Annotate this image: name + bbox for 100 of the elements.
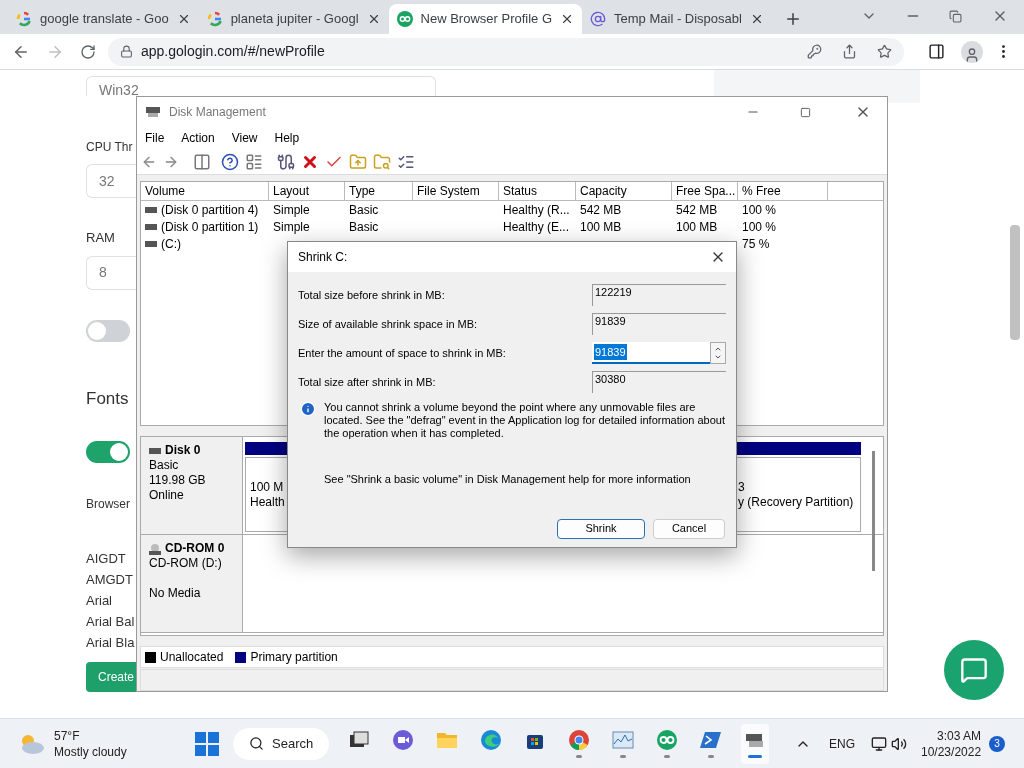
disk-detail: Basic: [149, 458, 180, 473]
font-item[interactable]: Arial Bal: [86, 612, 135, 633]
network-icon[interactable]: [871, 735, 887, 752]
column-header[interactable]: File System: [413, 182, 499, 200]
language-indicator[interactable]: ENG: [829, 734, 855, 753]
table-cell-text: Simple: [273, 201, 310, 219]
action-pane-icon[interactable]: [245, 152, 263, 171]
lock-icon: [120, 45, 133, 58]
table-cell-text: Basic: [349, 218, 379, 236]
column-header[interactable]: Volume: [141, 182, 269, 200]
drive-icon: [145, 240, 157, 247]
column-header[interactable]: Layout: [269, 182, 345, 200]
volume-icon[interactable]: [891, 735, 907, 752]
toggle-switch[interactable]: [86, 441, 130, 463]
readonly-field: 122219: [592, 284, 726, 306]
font-item[interactable]: AIGDT: [86, 549, 135, 570]
side-panel-icon[interactable]: [928, 43, 945, 60]
table-cell-text: 75 %: [742, 235, 770, 253]
chat-icon: [960, 656, 988, 684]
menu-item[interactable]: File: [145, 129, 165, 147]
table-cell-text: (C:): [161, 235, 181, 253]
field-label: Total size before shrink in MB:: [298, 287, 446, 303]
table-cell-text: Basic: [349, 201, 379, 219]
console-tree-icon[interactable]: [193, 152, 211, 171]
dialog-button[interactable]: Cancel: [653, 518, 725, 539]
info-icon: [300, 401, 316, 417]
table-cell-text: Healthy (R...: [503, 201, 570, 219]
browser-tab[interactable]: google translate - Goo: [8, 4, 199, 34]
weather-text: Mostly cloudy: [54, 743, 127, 760]
font-item[interactable]: Arial: [86, 591, 135, 612]
font-item[interactable]: AMGDT: [86, 570, 135, 591]
disk-detail: CD-ROM (D:): [149, 556, 223, 571]
performance-monitor-icon[interactable]: [612, 729, 634, 751]
notification-badge[interactable]: 3: [989, 735, 1006, 752]
partition-text: Health: [250, 494, 285, 510]
browser-tab[interactable]: New Browser Profile G: [388, 4, 583, 34]
maximize-icon[interactable]: [800, 106, 811, 118]
drive-icon: [145, 206, 157, 213]
browser-wave-icon[interactable]: [480, 729, 502, 751]
gologin-icon[interactable]: [656, 729, 678, 751]
url-text: app.gologin.com/#/newProfile: [141, 42, 326, 61]
taskbar-search[interactable]: Search: [233, 727, 329, 760]
terminal-icon[interactable]: [700, 729, 722, 751]
reload-icon[interactable]: [80, 43, 96, 60]
disk-detail: Online: [149, 488, 185, 503]
menu-item[interactable]: Action: [181, 129, 215, 147]
column-header[interactable]: % Free: [738, 182, 828, 200]
shrink-amount-field[interactable]: 91839: [592, 342, 710, 364]
menu-item[interactable]: Help: [274, 129, 300, 147]
clock[interactable]: 3:03 AM 10/23/2022: [921, 727, 982, 760]
disk-management-icon: [145, 105, 161, 119]
scrollbar-thumb[interactable]: [1010, 225, 1020, 340]
font-item[interactable]: Arial Bla: [86, 633, 135, 654]
chat-bubble-button[interactable]: [944, 640, 1004, 700]
disk-label-panel[interactable]: CD-ROM 0 CD-ROM (D:) No Media: [141, 535, 243, 632]
dialog-button[interactable]: Shrink: [557, 518, 645, 539]
disk-detail: 119.98 GB: [149, 473, 207, 488]
start-icon[interactable]: [195, 731, 219, 756]
spin-buttons[interactable]: [710, 342, 726, 364]
browser-tab[interactable]: Temp Mail - Disposabl: [582, 4, 772, 34]
disk-name: CD-ROM 0: [165, 541, 225, 556]
folder-search-icon[interactable]: [373, 152, 391, 171]
table-cell-text: 542 MB: [580, 201, 622, 219]
menu-item[interactable]: View: [231, 129, 258, 147]
table-cell-text: Healthy (E...: [503, 218, 570, 236]
toggle-switch[interactable]: [86, 319, 130, 342]
field-label: Size of available shrink space in MB:: [298, 316, 479, 332]
drive-icon: [149, 447, 161, 454]
table-cell-text: 100 %: [742, 201, 777, 219]
video-chat-icon[interactable]: [392, 729, 414, 751]
disk-label-panel[interactable]: Disk 0 Basic 119.98 GB Online: [141, 437, 243, 534]
taskbar-app[interactable]: [741, 723, 769, 764]
partition-text: y (Recovery Partition): [738, 494, 854, 510]
disk-status: No Media: [149, 586, 202, 601]
folder-up-icon[interactable]: [349, 152, 367, 171]
chrome-icon[interactable]: [568, 729, 590, 751]
partition-text: 100 M: [250, 479, 284, 495]
key-icon[interactable]: [807, 44, 822, 59]
column-header[interactable]: Type: [345, 182, 413, 200]
legend-label: Primary partition: [250, 649, 338, 666]
field-label: RAM: [86, 229, 115, 247]
search-icon: [249, 736, 264, 751]
connect-icon[interactable]: [277, 152, 295, 171]
column-header[interactable]: Free Spa...: [672, 182, 738, 200]
scrollbar-thumb[interactable]: [872, 451, 875, 571]
bookmark-star-icon[interactable]: [877, 44, 892, 59]
field-label: Enter the amount of space to shrink in MB:: [298, 345, 507, 361]
restore-icon[interactable]: [949, 10, 962, 23]
table-cell-text: 542 MB: [676, 201, 718, 219]
drive-icon: [145, 223, 157, 230]
info-text: You cannot shrink a volume beyond the point where any unmovable files are located. See the "defrag" event in the Application log for detailed information about the operation when it has completed.: [324, 401, 726, 440]
column-header[interactable]: Capacity: [576, 182, 672, 200]
help-icon[interactable]: [221, 152, 239, 171]
readonly-field: 91839: [592, 313, 726, 335]
column-header[interactable]: Status: [499, 182, 576, 200]
browser-tab[interactable]: planeta jupiter - Googl: [198, 4, 389, 34]
share-icon[interactable]: [842, 44, 857, 59]
address-bar[interactable]: app.gologin.com/#/newProfile: [108, 37, 904, 66]
at-sign-icon: [590, 11, 607, 27]
profile-avatar[interactable]: [961, 40, 983, 63]
